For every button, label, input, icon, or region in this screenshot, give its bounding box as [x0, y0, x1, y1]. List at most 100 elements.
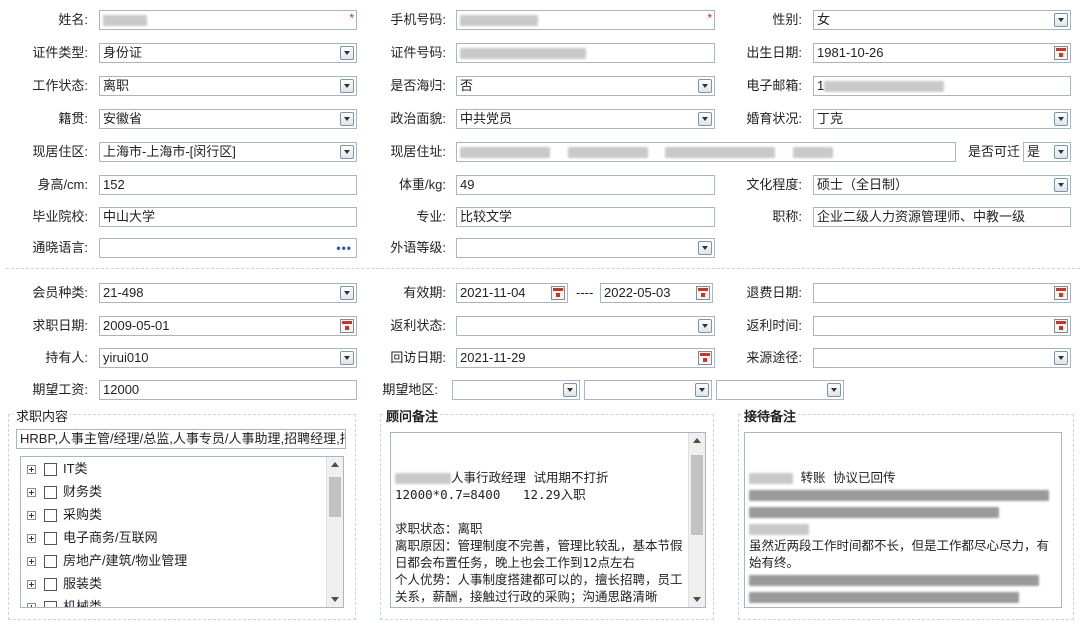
school-field[interactable]: 中山大学: [99, 207, 357, 227]
expand-icon[interactable]: [27, 488, 36, 498]
scroll-thumb[interactable]: [691, 455, 703, 535]
calendar-icon[interactable]: [1054, 46, 1068, 60]
checkbox[interactable]: [44, 463, 57, 477]
politics-select[interactable]: 中共党员: [456, 109, 715, 129]
height-field[interactable]: 152: [99, 175, 357, 195]
job-category-tree[interactable]: IT类财务类采购类电子商务/互联网房地产/建筑/物业管理 服装类机械类: [20, 456, 344, 608]
checkbox[interactable]: [44, 601, 57, 607]
salary-value: 12000: [103, 382, 140, 397]
chevron-down-icon[interactable]: [340, 351, 354, 365]
scroll-thumb[interactable]: [329, 477, 341, 517]
expand-icon[interactable]: [27, 534, 36, 544]
chevron-down-icon[interactable]: [827, 383, 841, 397]
expand-icon[interactable]: [27, 603, 36, 607]
job-date-field[interactable]: 2009-05-01: [99, 316, 357, 336]
chevron-down-icon[interactable]: [695, 383, 709, 397]
marital-select[interactable]: 丁克: [813, 109, 1071, 129]
phone-field[interactable]: *: [456, 10, 715, 30]
member-type-select[interactable]: 21-498: [99, 283, 357, 303]
advisor-notes-textarea[interactable]: 人事行政经理 试用期不打折 12000*0.7=8400 12.29入职 求职状…: [390, 432, 706, 608]
chevron-down-icon[interactable]: [1054, 145, 1068, 159]
job-content-summary[interactable]: HRBP,人事主管/经理/总监,人事专员/人事助理,招聘经理,招: [16, 429, 346, 449]
valid-to-field[interactable]: 2022-05-03: [600, 283, 713, 303]
chevron-down-icon[interactable]: [340, 286, 354, 300]
region-city-select[interactable]: [584, 380, 712, 400]
tree-item[interactable]: 电子商务/互联网: [27, 528, 158, 548]
tree-item[interactable]: 房地产/建筑/物业管理: [27, 551, 187, 571]
checkbox[interactable]: [44, 578, 57, 592]
residence-area-select[interactable]: 上海市-上海市-[闵行区]: [99, 142, 357, 162]
chevron-down-icon[interactable]: [340, 46, 354, 60]
returnee-select[interactable]: 否: [456, 76, 715, 96]
major-field[interactable]: 比较文学: [456, 207, 715, 227]
tree-scrollbar[interactable]: [326, 457, 343, 607]
checkbox[interactable]: [44, 555, 57, 569]
foreign-level-select[interactable]: [456, 238, 715, 258]
region-province-select[interactable]: [452, 380, 580, 400]
chevron-down-icon[interactable]: [1054, 112, 1068, 126]
revisit-date-field[interactable]: 2021-11-29: [456, 348, 715, 368]
chevron-down-icon[interactable]: [340, 79, 354, 93]
rebate-time-field[interactable]: [813, 316, 1071, 336]
relocatable-select[interactable]: 是: [1023, 142, 1071, 162]
education-select[interactable]: 硕士（全日制）: [813, 175, 1071, 195]
refund-date-field[interactable]: [813, 283, 1071, 303]
chevron-down-icon[interactable]: [698, 241, 712, 255]
more-options-icon[interactable]: •••: [336, 242, 352, 254]
rebate-status-select[interactable]: [456, 316, 715, 336]
chevron-down-icon[interactable]: [563, 383, 577, 397]
gender-select[interactable]: 女: [813, 10, 1071, 30]
id-number-field[interactable]: [456, 43, 715, 63]
calendar-icon[interactable]: [1054, 286, 1068, 300]
scroll-up-icon[interactable]: [693, 438, 701, 443]
calendar-icon[interactable]: [340, 319, 354, 333]
region-district-select[interactable]: [716, 380, 844, 400]
checkbox[interactable]: [44, 509, 57, 523]
blurred-text: [749, 507, 999, 518]
calendar-icon[interactable]: [1054, 319, 1068, 333]
title-field[interactable]: 企业二级人力资源管理师、中教一级: [813, 207, 1071, 227]
salary-field[interactable]: 12000: [99, 380, 357, 400]
scroll-down-icon[interactable]: [331, 597, 339, 602]
chevron-down-icon[interactable]: [1054, 178, 1068, 192]
tree-item[interactable]: 采购类: [27, 505, 102, 525]
expand-icon[interactable]: [27, 557, 36, 567]
chevron-down-icon[interactable]: [698, 79, 712, 93]
chevron-down-icon[interactable]: [1054, 13, 1068, 27]
expand-icon[interactable]: [27, 465, 36, 475]
checkbox[interactable]: [44, 532, 57, 546]
work-status-select[interactable]: 离职: [99, 76, 357, 96]
expand-icon[interactable]: [27, 580, 36, 590]
name-field[interactable]: *: [99, 10, 357, 30]
chevron-down-icon[interactable]: [698, 319, 712, 333]
address-field[interactable]: [456, 142, 956, 162]
weight-field[interactable]: 49: [456, 175, 715, 195]
reception-notes-textarea[interactable]: 转账 协议已回传 虽然近两段工作时间都不长，但是工作都尽心尽力，有始有终。: [744, 432, 1062, 608]
calendar-icon[interactable]: [551, 286, 565, 300]
language-field[interactable]: •••: [99, 238, 357, 258]
scroll-up-icon[interactable]: [331, 462, 339, 467]
origin-select[interactable]: 安徽省: [99, 109, 357, 129]
holder-select[interactable]: yirui010: [99, 348, 357, 368]
tree-item[interactable]: 机械类: [27, 597, 102, 607]
checkbox[interactable]: [44, 486, 57, 500]
birth-date-field[interactable]: 1981-10-26: [813, 43, 1071, 63]
expand-icon[interactable]: [27, 511, 36, 521]
id-type-select[interactable]: 身份证: [99, 43, 357, 63]
major-value: 比较文学: [460, 209, 513, 224]
tree-item[interactable]: 服装类: [27, 574, 102, 594]
calendar-icon[interactable]: [698, 351, 712, 365]
chevron-down-icon[interactable]: [340, 112, 354, 126]
scroll-down-icon[interactable]: [693, 597, 701, 602]
tree-item[interactable]: IT类: [27, 459, 88, 479]
blurred-text: [749, 490, 1049, 501]
email-field[interactable]: 1: [813, 76, 1071, 96]
tree-item[interactable]: 财务类: [27, 482, 102, 502]
chevron-down-icon[interactable]: [698, 112, 712, 126]
advisor-notes-scrollbar[interactable]: [688, 433, 705, 607]
valid-from-field[interactable]: 2021-11-04: [456, 283, 568, 303]
source-select[interactable]: [813, 348, 1071, 368]
chevron-down-icon[interactable]: [340, 145, 354, 159]
chevron-down-icon[interactable]: [1054, 351, 1068, 365]
calendar-icon[interactable]: [696, 286, 710, 300]
